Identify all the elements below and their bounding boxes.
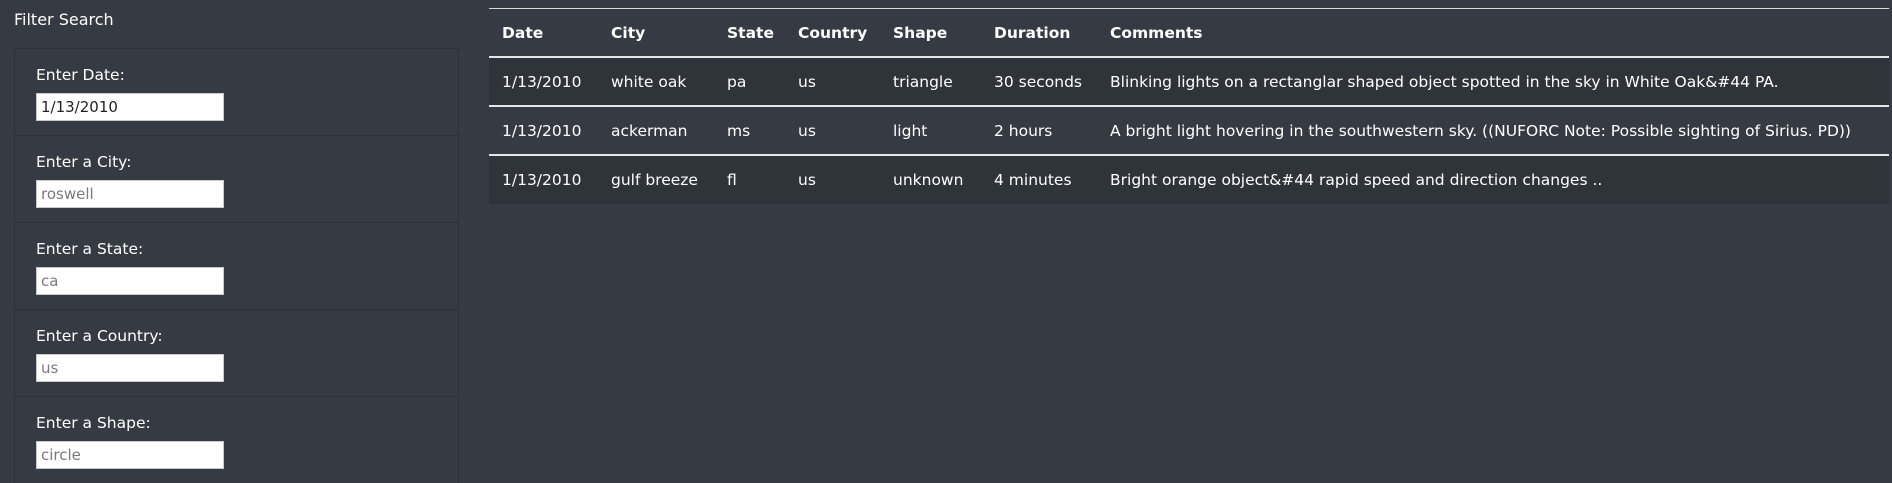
country-label: Enter a Country: xyxy=(36,327,163,345)
cell-state: fl xyxy=(727,171,737,189)
cell-shape: triangle xyxy=(893,72,953,91)
table-body: 1/13/2010 white oak pa us triangle 30 se… xyxy=(489,57,1889,204)
city-input[interactable] xyxy=(36,180,224,208)
header-country: Country xyxy=(798,23,868,42)
cell-shape: unknown xyxy=(893,171,964,189)
cell-shape: light xyxy=(893,121,928,140)
cell-date: 1/13/2010 xyxy=(502,72,582,91)
cell-duration: 4 minutes xyxy=(994,171,1072,189)
cell-state: pa xyxy=(727,72,747,91)
results-table-wrapper: Date City State Country Shape Duration C… xyxy=(489,8,1889,204)
shape-input[interactable] xyxy=(36,441,224,469)
table-row: 1/13/2010 gulf breeze fl us unknown 4 mi… xyxy=(489,155,1889,204)
header-shape: Shape xyxy=(893,23,948,42)
filter-group-city: Enter a City: xyxy=(15,136,458,223)
filter-group-shape: Enter a Shape: xyxy=(15,397,458,483)
state-input[interactable] xyxy=(36,267,224,295)
cell-comments: Blinking lights on a rectanglar shaped o… xyxy=(1110,72,1779,91)
filter-group-date: Enter Date: xyxy=(15,49,458,136)
date-label: Enter Date: xyxy=(36,66,125,84)
date-input[interactable] xyxy=(36,93,224,121)
header-date: Date xyxy=(502,23,544,42)
city-label: Enter a City: xyxy=(36,153,132,171)
header-comments: Comments xyxy=(1110,23,1203,42)
filter-group-country: Enter a Country: xyxy=(15,310,458,397)
cell-duration: 30 seconds xyxy=(994,72,1083,91)
cell-state: ms xyxy=(727,121,751,140)
cell-duration: 2 hours xyxy=(994,121,1053,140)
table-row: 1/13/2010 ackerman ms us light 2 hours A… xyxy=(489,106,1889,155)
cell-date: 1/13/2010 xyxy=(502,121,582,140)
page: Filter Search Enter Date: Enter a City: … xyxy=(0,0,1892,483)
ufo-results-table: Date City State Country Shape Duration C… xyxy=(489,8,1889,204)
table-header: Date City State Country Shape Duration C… xyxy=(489,8,1889,57)
header-city: City xyxy=(611,23,646,42)
country-input[interactable] xyxy=(36,354,224,382)
cell-comments: Bright orange object&#44 rapid speed and… xyxy=(1110,171,1603,189)
cell-city: white oak xyxy=(611,72,687,91)
cell-date: 1/13/2010 xyxy=(502,171,582,189)
cell-city: ackerman xyxy=(611,121,688,140)
cell-country: us xyxy=(798,171,816,189)
header-state: State xyxy=(727,23,774,42)
shape-label: Enter a Shape: xyxy=(36,414,151,432)
cell-country: us xyxy=(798,121,816,140)
cell-comments: A bright light hovering in the southwest… xyxy=(1110,121,1851,140)
table-row: 1/13/2010 white oak pa us triangle 30 se… xyxy=(489,57,1889,106)
filter-group-state: Enter a State: xyxy=(15,223,458,310)
cell-country: us xyxy=(798,72,816,91)
filter-panel: Enter Date: Enter a City: Enter a State:… xyxy=(14,48,459,483)
filter-search-title: Filter Search xyxy=(14,10,114,29)
header-row: Date City State Country Shape Duration C… xyxy=(489,8,1889,57)
header-duration: Duration xyxy=(994,23,1071,42)
cell-city: gulf breeze xyxy=(611,171,698,189)
state-label: Enter a State: xyxy=(36,240,144,258)
